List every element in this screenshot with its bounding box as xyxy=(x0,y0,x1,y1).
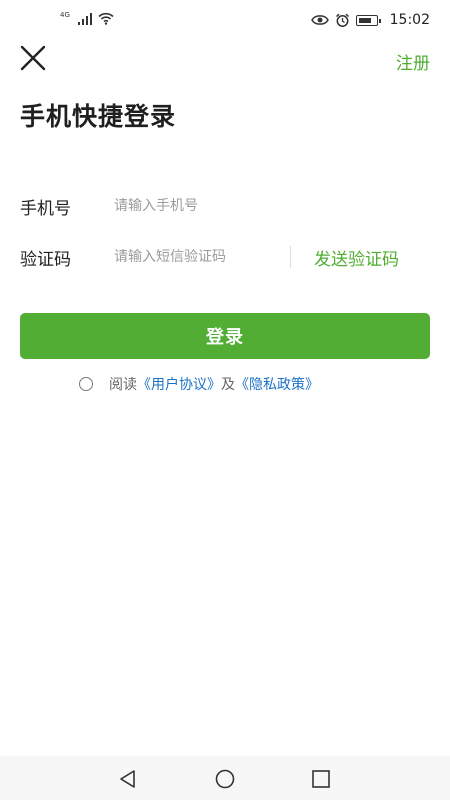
phone-label: 手机号 xyxy=(20,198,71,219)
code-input[interactable] xyxy=(114,249,286,265)
status-left: 4G xyxy=(60,11,114,25)
send-code-button[interactable]: 发送验证码 xyxy=(314,245,399,270)
login-button[interactable]: 登录 xyxy=(20,313,430,359)
phone-input[interactable] xyxy=(114,198,414,214)
navigation-bar xyxy=(0,756,450,800)
agreement-conjunction: 及 xyxy=(221,377,235,393)
status-time: 15:02 xyxy=(389,12,430,28)
network-type: 4G xyxy=(60,11,70,19)
page-title: 手机快捷登录 xyxy=(20,102,177,131)
wifi-icon xyxy=(98,12,114,25)
eye-icon xyxy=(310,15,329,25)
agreement-radio[interactable] xyxy=(79,377,93,391)
agreement: 阅读 《用户协议》 及 《隐私政策》 xyxy=(79,374,319,394)
alarm-icon xyxy=(335,13,349,27)
back-icon[interactable] xyxy=(117,768,139,790)
home-icon[interactable] xyxy=(214,768,236,790)
status-right: 15:02 xyxy=(310,12,430,28)
close-icon[interactable] xyxy=(20,45,46,71)
phone-row: 手机号 xyxy=(20,191,430,221)
agreement-prefix: 阅读 xyxy=(109,377,137,393)
recent-apps-icon[interactable] xyxy=(310,768,332,790)
privacy-policy-link[interactable]: 《隐私政策》 xyxy=(235,374,319,394)
divider xyxy=(290,246,291,268)
code-label: 验证码 xyxy=(20,249,71,270)
register-link[interactable]: 注册 xyxy=(396,49,430,74)
signal-icon xyxy=(77,13,92,25)
battery-icon xyxy=(355,14,381,26)
user-agreement-link[interactable]: 《用户协议》 xyxy=(137,374,221,394)
status-bar: 4G 15:02 xyxy=(0,0,450,44)
code-row: 验证码 发送验证码 xyxy=(20,242,430,272)
